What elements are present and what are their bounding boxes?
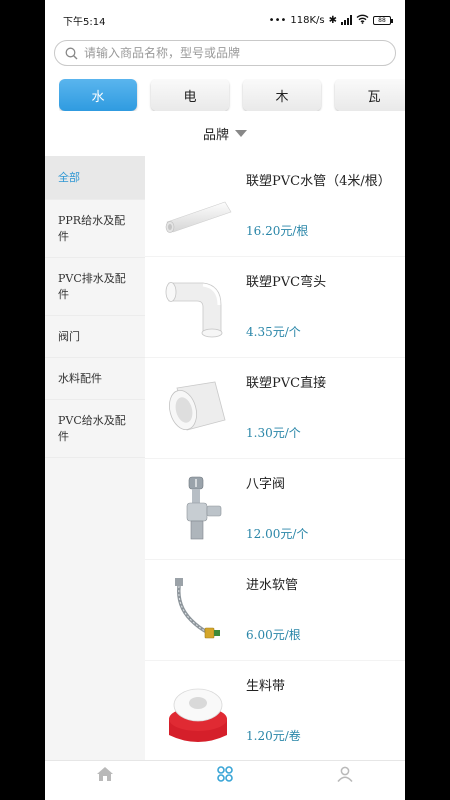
sidebar-item-label: 阀门 [58,329,80,343]
sidebar-item-label: 水料配件 [58,371,102,385]
sidebar-item-all[interactable]: 全部 [45,156,145,200]
app-screen: 下午5:14 ••• 118K/s ✱ 88 水 电 木 瓦 品牌 全部 PPR… [45,0,405,800]
dots-icon: ••• [268,14,287,26]
caret-down-icon [235,129,247,137]
search-icon [65,47,78,59]
ptfe-tape-image [169,688,227,742]
category-tab-water[interactable]: 水 [59,79,137,111]
brand-filter[interactable]: 品牌 [45,122,405,144]
sidebar: 全部 PPR给水及配件 PVC排水及配件 阀门 水料配件 PVC给水及配件 [45,156,145,760]
signal-icon [341,15,352,25]
product-price: 6.00元/根 [246,628,301,642]
pipe-image [165,201,232,233]
sidebar-item-label: PVC排水及配件 [58,271,126,301]
product-item[interactable]: 联塑PVC水管（4米/根） 16.20元/根 [145,156,405,256]
product-list: 联塑PVC水管（4米/根） 16.20元/根 联塑PVC弯头 4.35元/个 联… [145,156,405,761]
product-item[interactable]: 联塑PVC弯头 4.35元/个 [145,257,405,357]
category-tab-wood[interactable]: 木 [243,79,321,111]
sidebar-item-ppr[interactable]: PPR给水及配件 [45,200,145,258]
category-tab-tile[interactable]: 瓦 [335,79,405,111]
product-price: 4.35元/个 [246,325,301,339]
category-tabs: 水 电 木 瓦 [59,79,405,111]
product-price: 16.20元/根 [246,224,309,238]
sidebar-item-pvc-supply[interactable]: PVC给水及配件 [45,400,145,458]
network-speed: 118K/s [290,14,325,26]
search-input[interactable] [84,46,374,60]
battery-icon: 88 [373,15,393,25]
profile-icon [337,766,353,782]
sidebar-item-valves[interactable]: 阀门 [45,316,145,358]
search-bar[interactable] [54,40,396,66]
product-item[interactable]: 生料带 1.20元/卷 [145,661,405,761]
angle-valve-image [186,476,222,540]
product-name: 八字阀 [246,477,286,492]
wifi-icon [356,14,369,27]
category-icon [217,766,233,782]
brand-filter-label: 品牌 [202,127,229,143]
category-tab-electric[interactable]: 电 [151,79,229,111]
status-bar: 下午5:14 ••• 118K/s ✱ 88 [45,0,405,40]
product-name: 联塑PVC水管（4米/根） [246,174,391,189]
product-name: 生料带 [246,679,286,694]
hose-image [175,578,220,639]
tab-category[interactable] [165,761,285,800]
sidebar-item-pvc-drain[interactable]: PVC排水及配件 [45,258,145,316]
product-price: 1.20元/卷 [246,729,301,743]
product-name: 联塑PVC直接 [246,376,327,391]
bluetooth-icon: ✱ [328,14,337,26]
status-time: 下午5:14 [63,16,106,28]
sidebar-item-fittings[interactable]: 水料配件 [45,358,145,400]
product-item[interactable]: 联塑PVC直接 1.30元/个 [145,358,405,458]
elbow-fitting-image [165,282,223,338]
bottom-tab-bar [45,760,405,800]
sidebar-item-label: 全部 [58,170,80,184]
product-price: 1.30元/个 [246,426,301,440]
home-icon [97,767,113,781]
product-name: 联塑PVC弯头 [246,275,327,290]
product-name: 进水软管 [246,578,299,593]
product-price: 12.00元/个 [246,527,309,541]
product-item[interactable]: 八字阀 12.00元/个 [145,459,405,559]
coupling-image [169,381,226,431]
tab-home[interactable] [45,761,165,800]
product-item[interactable]: 进水软管 6.00元/根 [145,560,405,660]
tab-profile[interactable] [285,761,405,800]
sidebar-item-label: PPR给水及配件 [58,213,126,243]
sidebar-item-label: PVC给水及配件 [58,413,126,443]
